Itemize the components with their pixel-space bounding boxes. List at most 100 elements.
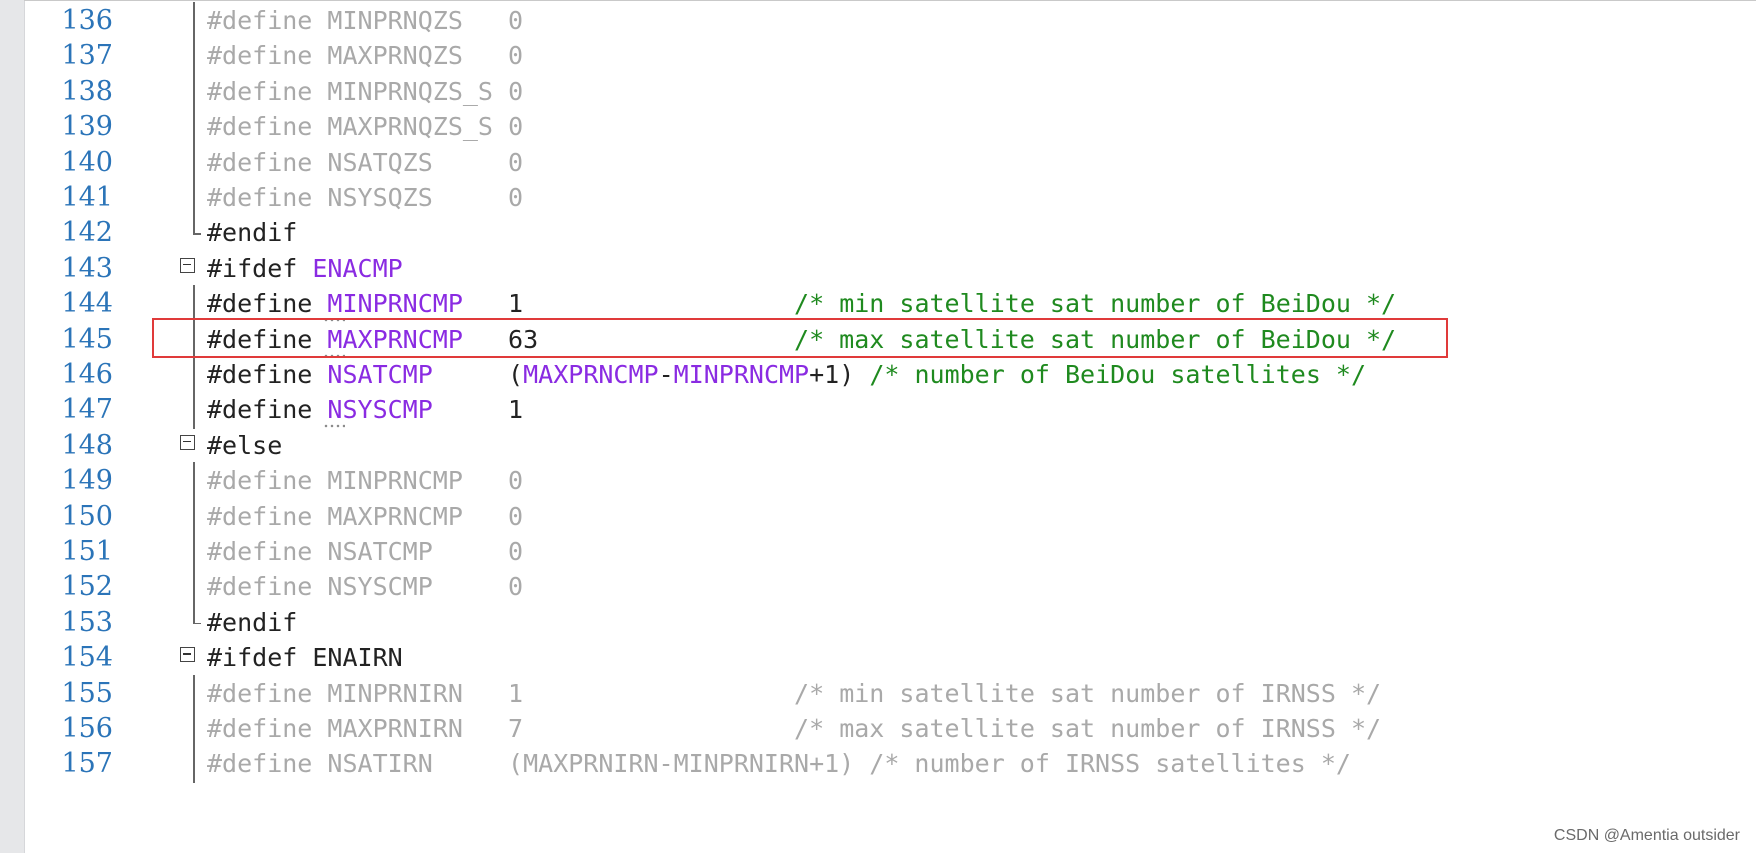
preprocessor-directive: #define: [207, 572, 328, 602]
code-text: #define NSATIRN (MAXPRNIRN-MINPRNIRN+1) …: [207, 745, 1351, 783]
code-line-136[interactable]: 136 #define MINPRNQZS 0: [25, 2, 1756, 40]
macro-name: NSYSCMP: [327, 395, 433, 425]
macro-name: NSATIRN: [327, 749, 433, 779]
code-text: #else: [207, 427, 282, 465]
code-line-146[interactable]: 146 #define NSATCMP (MAXPRNCMP-MINPRNCMP+…: [25, 356, 1756, 394]
line-number: 151: [61, 536, 113, 567]
code-value: 0: [508, 572, 524, 602]
preprocessor-directive: #define: [207, 76, 328, 106]
macro-name: MINPRNCMP: [327, 289, 463, 319]
fold-guide-line: [193, 674, 195, 713]
line-number: 140: [61, 146, 113, 178]
code-line-140[interactable]: 140 #define NSATQZS 0: [25, 143, 1756, 182]
code-line-153[interactable]: 153 #endif: [25, 603, 1756, 642]
code-value: 0: [508, 466, 524, 496]
code-value: 0: [508, 501, 524, 531]
code-value: 0: [508, 537, 524, 566]
code-value: 7: [508, 714, 524, 743]
code-value: [493, 112, 508, 141]
macro-name: NSYSQZS: [327, 183, 433, 212]
fold-guide-line: [193, 72, 195, 111]
preprocessor-directive: #define: [207, 501, 328, 531]
code-line-156[interactable]: 156 #define MAXPRNIRN 7 /* max satellite …: [25, 710, 1756, 748]
code-text: #define NSYSQZS 0: [207, 179, 523, 217]
code-value: 0: [508, 6, 524, 35]
code-value: [433, 148, 508, 177]
code-text: #ifdef ENAIRN: [207, 639, 403, 677]
code-line-138[interactable]: 138 #define MINPRNQZS_S 0: [25, 72, 1756, 111]
code-comment: /* number of BeiDou satellites */: [869, 360, 1367, 389]
macro-name: NSYSCMP: [327, 572, 433, 602]
fold-guide-line: [193, 462, 195, 501]
code-text: #define NSATQZS 0: [207, 144, 523, 182]
code-line-157[interactable]: 157 #define NSATIRN (MAXPRNIRN-MINPRNIRN+…: [25, 745, 1756, 784]
code-line-142[interactable]: 142 #endif: [25, 214, 1756, 252]
preprocessor-directive: #define: [207, 41, 328, 71]
macro-name: MINPRNQZS_S: [327, 76, 493, 106]
code-value: -: [658, 360, 674, 389]
fold-guide-line: [193, 568, 195, 607]
code-text: #endif: [207, 604, 297, 642]
preprocessor-directive: #define: [207, 360, 328, 389]
preprocessor-directive: #else: [207, 430, 283, 460]
fold-end-marker: [193, 603, 199, 625]
fold-collapse-icon[interactable]: [180, 434, 195, 450]
preprocessor-directive: #define: [207, 6, 328, 35]
code-text: #define MINPRNIRN 1 /* min satellite sat…: [207, 675, 1381, 713]
code-line-155[interactable]: 155 #define MINPRNIRN 1 /* min satellite …: [25, 674, 1756, 713]
code-text: #ifdef ENACMP: [207, 250, 403, 288]
code-line-150[interactable]: 150 #define MAXPRNCMP 0: [25, 497, 1756, 536]
line-number: 141: [61, 182, 113, 213]
fold-guide-line: [193, 108, 195, 147]
code-line-147[interactable]: 147 #define NSYSCMP 1: [25, 391, 1756, 430]
line-number: 142: [61, 217, 113, 249]
code-text: #define MAXPRNQZS 0: [207, 37, 523, 75]
fold-end-marker: [193, 214, 199, 235]
code-line-151[interactable]: 151 #define NSATCMP 0: [25, 533, 1756, 571]
code-value: [433, 749, 508, 778]
code-text: #define MAXPRNQZS_S 0: [207, 108, 523, 146]
code-value: [433, 537, 508, 566]
code-value: 1: [508, 289, 524, 319]
fold-guide-line: [193, 179, 195, 217]
macro-name: MINPRNCMP: [327, 466, 463, 496]
code-value: 0: [508, 147, 524, 177]
code-value: [433, 360, 508, 389]
fold-guide-line: [193, 745, 195, 784]
left-margin-strip: [0, 0, 25, 853]
code-line-152[interactable]: 152 #define NSYSCMP 0: [25, 568, 1756, 607]
code-value: [523, 679, 794, 708]
code-value: 0: [508, 41, 524, 71]
code-editor[interactable]: 136 #define MINPRNQZS 0 137 #define MAXPRNQ…: [25, 0, 1756, 853]
code-value: [433, 395, 508, 424]
code-line-137[interactable]: 137 #define MAXPRNQZS 0: [25, 37, 1756, 76]
code-value: [463, 289, 508, 318]
macro-name: MAXPRNCMP: [327, 501, 463, 531]
preprocessor-directive: #define: [207, 183, 328, 212]
code-value: 0: [508, 76, 524, 106]
code-text: #endif: [207, 214, 297, 252]
fold-collapse-icon[interactable]: [180, 647, 195, 663]
code-line-148[interactable]: 148 #else: [25, 427, 1756, 465]
code-text: #define MAXPRNCMP 0: [207, 498, 523, 536]
line-number: 146: [61, 359, 113, 390]
code-value: 1: [508, 678, 524, 708]
line-number: 136: [61, 5, 113, 36]
code-line-143[interactable]: 143 #ifdef ENACMP: [25, 250, 1756, 288]
line-number: 149: [61, 465, 113, 497]
code-value: 0: [508, 183, 524, 212]
fold-collapse-icon[interactable]: [180, 257, 195, 273]
line-number: 153: [61, 606, 113, 638]
code-line-139[interactable]: 139 #define MAXPRNQZS_S 0: [25, 108, 1756, 147]
code-line-141[interactable]: 141 #define NSYSQZS 0: [25, 179, 1756, 217]
line-number: 150: [61, 500, 113, 532]
code-line-149[interactable]: 149 #define MINPRNCMP 0: [25, 462, 1756, 501]
code-line-154[interactable]: 154 #ifdef ENAIRN: [25, 639, 1756, 677]
fold-guide-line: [193, 2, 195, 40]
preprocessor-directive: #define: [207, 678, 328, 708]
code-value: [463, 466, 508, 495]
preprocessor-directive: #define: [207, 147, 328, 177]
code-text: #define NSATCMP (MAXPRNCMP-MINPRNCMP+1) …: [207, 356, 1366, 394]
preprocessor-directive: #endif: [207, 218, 298, 248]
macro-name: MAXPRNQZS: [327, 41, 463, 71]
